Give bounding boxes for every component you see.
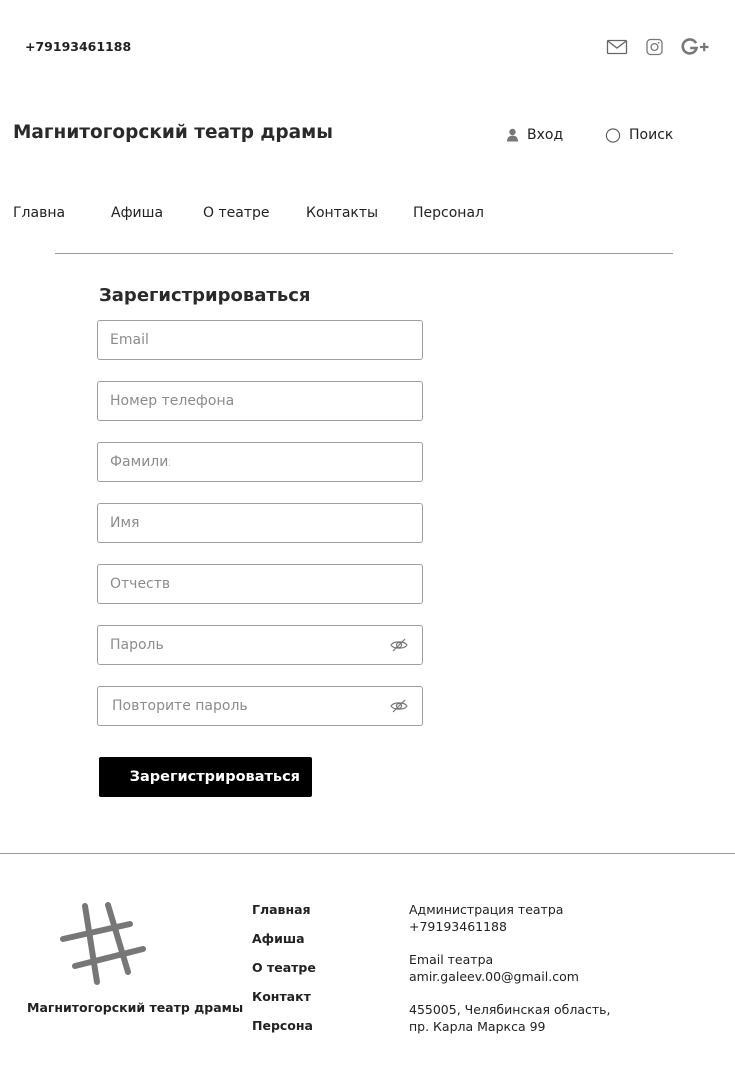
footer-address-line1: 455005, Челябинская область, — [409, 1002, 611, 1017]
footer-email-value[interactable]: amir.galeev.00@gmail.com — [409, 968, 579, 985]
phone-field[interactable] — [97, 381, 423, 421]
footer-address-line2: пр. Карла Маркса 99 — [409, 1019, 546, 1034]
name-field[interactable] — [97, 503, 423, 543]
footer-admin-phone[interactable]: +79193461188 — [409, 918, 507, 935]
page: +79193461188 Магнитогорский театр драмы … — [0, 0, 735, 1080]
patronymic-field[interactable] — [97, 564, 423, 604]
theatre-logo-icon[interactable] — [60, 902, 148, 986]
password-field[interactable] — [97, 625, 423, 665]
footer-link-about[interactable]: О театре — [252, 960, 316, 975]
register-button[interactable]: Зарегистрироваться — [99, 757, 312, 797]
password-repeat-input[interactable] — [112, 687, 372, 725]
footer-link-home[interactable]: Главная — [252, 902, 311, 917]
nav-item-home[interactable]: Главная — [13, 205, 66, 221]
surname-input[interactable] — [110, 443, 170, 481]
password-repeat-field[interactable] — [97, 686, 423, 726]
mail-icon[interactable] — [606, 36, 628, 58]
footer-link-contacts[interactable]: Контакт — [252, 989, 311, 1004]
footer-email-label: Email театра — [409, 952, 494, 967]
footer-link-afisha[interactable]: Афиша — [252, 931, 305, 946]
nav-item-contacts[interactable]: Контакты — [306, 205, 378, 221]
login-label: Вход — [527, 127, 564, 143]
form-title: Зарегистрироваться — [99, 285, 311, 306]
password-input[interactable] — [110, 626, 370, 664]
search-icon — [605, 128, 621, 143]
footer-site-name: Магнитогорский театр драмы — [27, 1000, 244, 1015]
nav-item-staff[interactable]: Персонал — [413, 205, 484, 221]
eye-off-icon[interactable] — [390, 637, 408, 653]
search-label: Поиск — [629, 127, 674, 143]
search-link[interactable]: Поиск — [605, 126, 673, 144]
footer-link-staff[interactable]: Персона — [252, 1018, 313, 1033]
nav-item-afisha[interactable]: Афиша — [111, 205, 163, 221]
site-title[interactable]: Магнитогорский театр драмы — [13, 122, 333, 143]
nav-divider — [55, 253, 673, 254]
user-icon — [506, 128, 519, 142]
eye-off-icon[interactable] — [390, 698, 408, 714]
instagram-icon[interactable] — [646, 36, 663, 58]
top-phone-number[interactable]: +79193461188 — [25, 39, 131, 54]
name-input[interactable] — [110, 504, 170, 542]
footer-admin-label: Администрация театра — [409, 902, 564, 917]
email-field[interactable] — [97, 320, 423, 360]
login-link[interactable]: Вход — [506, 126, 563, 144]
patronymic-input[interactable] — [110, 565, 170, 603]
google-plus-icon[interactable] — [681, 36, 709, 58]
email-input[interactable] — [110, 321, 410, 359]
nav-item-about[interactable]: О театре — [203, 205, 269, 221]
surname-field[interactable] — [97, 442, 423, 482]
footer-divider — [0, 853, 735, 854]
phone-input[interactable] — [110, 382, 410, 420]
